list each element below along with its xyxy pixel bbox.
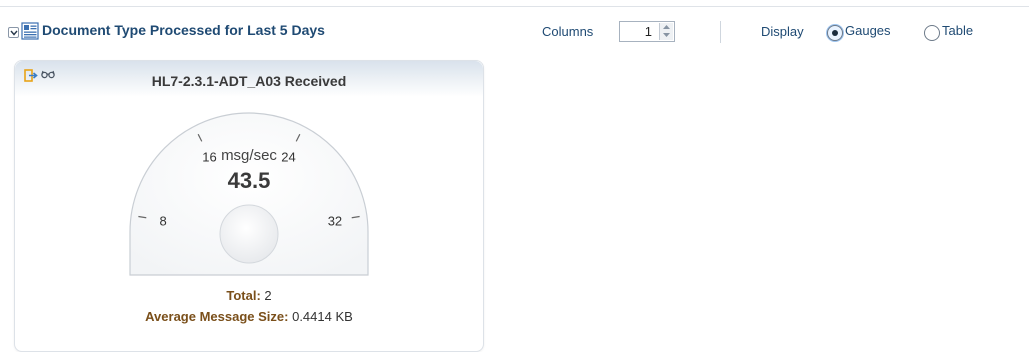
average-size-value: 0.4414 xyxy=(292,309,332,324)
gauges-radio[interactable] xyxy=(827,25,843,41)
gauge-value: 43.5 xyxy=(228,168,271,193)
table-radio[interactable] xyxy=(924,25,940,41)
gauge-tick-label: 16 xyxy=(202,149,216,164)
collapse-button[interactable] xyxy=(8,27,19,38)
average-size-label: Average Message Size: xyxy=(145,309,289,324)
header-separator xyxy=(720,21,721,43)
gauge-dial: 0816243240 msg/sec 43.5 xyxy=(129,112,369,276)
arrow-down-icon xyxy=(663,33,670,37)
columns-label: Columns xyxy=(542,24,594,39)
display-label: Display xyxy=(761,24,804,39)
gauge-card: HL7-2.3.1-ADT_A03 Received 0816243240 ms… xyxy=(14,60,484,352)
table-radio-label[interactable]: Table xyxy=(942,23,973,38)
total-value: 2 xyxy=(264,288,272,303)
arrow-up-icon xyxy=(663,25,670,29)
gauges-radio-label[interactable]: Gauges xyxy=(845,23,891,38)
gauge-unit: msg/sec xyxy=(221,147,277,164)
gauge-tick-label: 24 xyxy=(281,149,295,164)
section-title: Document Type Processed for Last 5 Days xyxy=(42,22,325,38)
gauge-center-knob xyxy=(219,204,279,264)
total-stat: Total: 2 xyxy=(15,288,483,303)
average-size-unit: KB xyxy=(335,309,353,324)
columns-stepper[interactable]: 1 xyxy=(619,21,675,42)
gauge-tick-label: 8 xyxy=(159,213,166,228)
document-type-icon xyxy=(21,22,39,40)
columns-value[interactable]: 1 xyxy=(645,24,652,39)
card-title: HL7-2.3.1-ADT_A03 Received xyxy=(151,73,347,89)
chevron-down-icon xyxy=(10,30,18,36)
total-label: Total: xyxy=(226,288,261,303)
stepper-down-button[interactable] xyxy=(659,31,673,40)
top-divider xyxy=(0,6,1029,7)
gauge-tick-label: 32 xyxy=(328,213,342,228)
average-size-stat: Average Message Size: 0.4414 KB xyxy=(15,309,483,324)
